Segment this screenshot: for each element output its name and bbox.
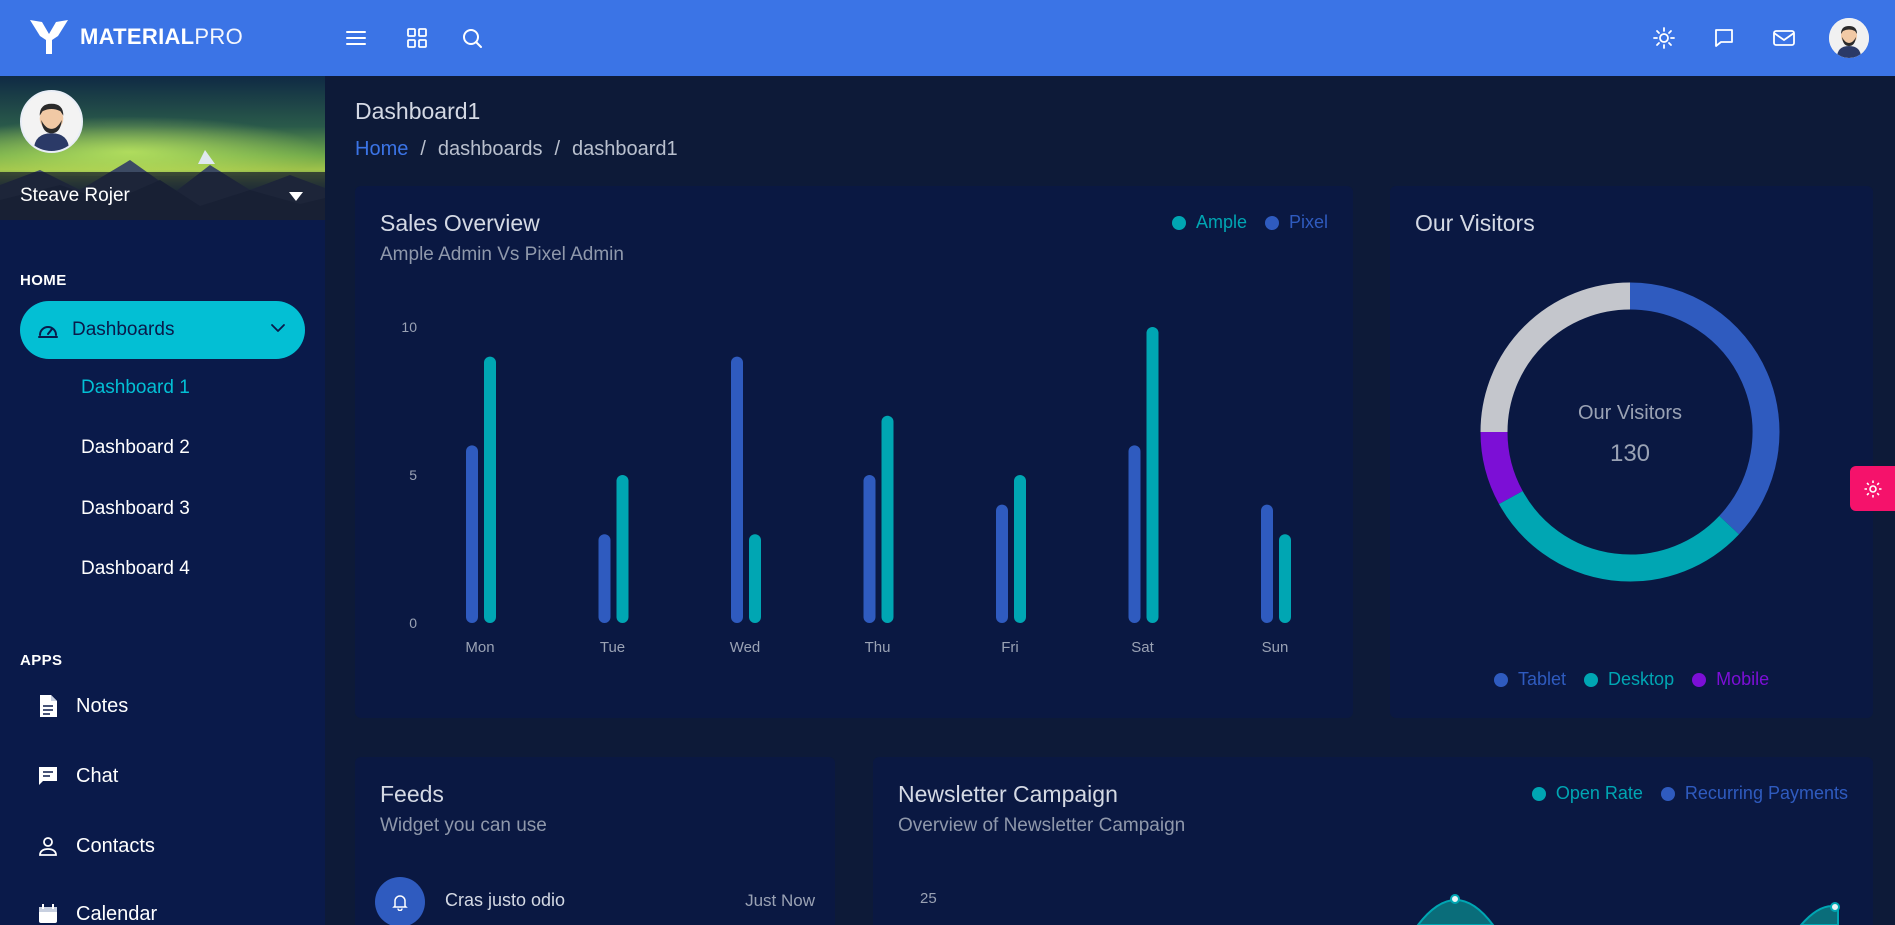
notes-icon [36, 694, 60, 718]
contacts-icon [36, 834, 60, 858]
nav-section-apps: APPS [20, 652, 63, 669]
bar-pixel-thu [863, 475, 876, 623]
x-tick-label: Thu [865, 639, 891, 656]
search-icon[interactable] [458, 24, 486, 52]
x-tick-label: Mon [465, 639, 494, 656]
donut-slice-mobile [1480, 431, 1523, 505]
bar-pixel-sat [1128, 445, 1141, 623]
breadcrumb-home[interactable]: Home [355, 138, 408, 161]
nav-section-home: HOME [20, 272, 67, 289]
legend-dot-desktop [1584, 672, 1599, 687]
message-icon[interactable] [1710, 24, 1738, 52]
bar-pixel-sun [1261, 504, 1273, 623]
x-tick-label: Tue [600, 639, 625, 656]
newsletter-area-chart [1416, 894, 1840, 925]
sidebar-item-contacts[interactable]: Contacts [36, 834, 155, 858]
y-tick-label: 0 [409, 615, 417, 631]
brand[interactable]: MATERIALPRO [28, 18, 243, 56]
sidebar-item-chat[interactable]: Chat [36, 764, 118, 788]
bar-pixel-wed [731, 356, 743, 623]
profile-avatar[interactable] [20, 90, 83, 153]
legend-dot-mobile [1692, 672, 1707, 687]
legend-dot-tablet [1494, 672, 1508, 687]
caret-down-icon[interactable] [289, 192, 303, 201]
chevron-down-icon [271, 324, 285, 332]
bar-pixel-mon [466, 445, 478, 623]
sidebar-profile: Steave Rojer [0, 76, 325, 220]
brand-name: MATERIALPRO [80, 24, 243, 49]
legend-tablet: Tablet [1518, 669, 1567, 689]
visitors-legend: Tablet Desktop Mobile [1494, 669, 1769, 690]
settings-gear-button[interactable] [1850, 466, 1895, 511]
mail-icon[interactable] [1770, 24, 1798, 52]
calendar-icon [36, 902, 60, 925]
sidebar-item-dashboards[interactable]: Dashboards [20, 301, 305, 359]
feed-item-text: Cras justo odio [445, 890, 566, 910]
bar-pixel-fri [996, 504, 1008, 623]
sales-bar-chart: 0 5 10 Mon Tue Wed Thu Fri Sat Sun [401, 319, 1291, 656]
legend-desktop: Desktop [1608, 669, 1675, 689]
y-tick-label: 5 [409, 467, 417, 483]
bar-ample-fri [1014, 475, 1026, 623]
breadcrumb-separator: / [420, 138, 426, 160]
breadcrumb: Home / dashboards / dashboard1 [355, 138, 678, 161]
bar-ample-mon [484, 356, 496, 623]
sidebar-subitem-dashboard-2[interactable]: Dashboard 2 [81, 437, 190, 459]
sidebar-item-calendar-label: Calendar [76, 902, 158, 925]
bar-ample-thu [881, 415, 894, 623]
menu-icon[interactable] [342, 24, 370, 52]
profile-name-bar[interactable]: Steave Rojer [0, 172, 325, 220]
bar-ample-sat [1146, 327, 1159, 623]
card-title: Feeds [380, 781, 444, 807]
y-tick-label: 10 [401, 319, 417, 335]
sales-overview-card: Sales Overview Ample Admin Vs Pixel Admi… [355, 186, 1353, 718]
recurring-point [1830, 902, 1840, 912]
bar-pixel-tue [598, 534, 611, 623]
x-tick-label: Sun [1262, 639, 1289, 656]
donut-slice-desktop [1498, 490, 1739, 582]
apps-grid-icon[interactable] [403, 24, 431, 52]
sidebar-subitem-dashboard-4[interactable]: Dashboard 4 [81, 558, 190, 580]
breadcrumb-current: dashboard1 [572, 138, 678, 160]
brand-logo-icon [30, 20, 68, 54]
card-subtitle: Widget you can use [380, 815, 547, 836]
speedometer-icon [38, 326, 58, 338]
sidebar-subitem-dashboard-3[interactable]: Dashboard 3 [81, 498, 190, 520]
sidebar-item-notes-label: Notes [76, 694, 129, 717]
donut-center-label: Our Visitors [1578, 402, 1682, 424]
bar-ample-tue [616, 475, 629, 623]
sidebar-item-calendar[interactable]: Calendar [36, 902, 157, 925]
bar-ample-wed [749, 534, 761, 623]
sidebar-item-chat-label: Chat [76, 764, 119, 787]
breadcrumb-dashboards[interactable]: dashboards [438, 138, 543, 161]
feed-item[interactable]: Cras justo odio Just Now [375, 877, 815, 925]
sidebar-subitem-dashboard-1[interactable]: Dashboard 1 [81, 377, 190, 399]
visitors-donut-chart: Our Visitors 130 [1480, 282, 1780, 582]
user-avatar[interactable] [1829, 18, 1869, 58]
breadcrumb-separator: / [554, 138, 561, 160]
donut-center-value: 130 [1610, 440, 1650, 467]
sidebar-item-notes[interactable]: Notes [36, 694, 128, 718]
legend-mobile: Mobile [1716, 669, 1770, 689]
sidebar: Steave Rojer HOME Dashboards Dashboard 1… [0, 76, 325, 925]
sidebar-item-contacts-label: Contacts [76, 834, 155, 857]
page-title: Dashboard1 [355, 98, 481, 124]
gear-icon [1864, 480, 1881, 497]
x-tick-label: Fri [1001, 639, 1019, 656]
profile-name: Steave Rojer [20, 185, 130, 206]
bell-icon [375, 877, 425, 925]
top-bar: MATERIALPRO [0, 0, 1895, 76]
feeds-card: Feeds Widget you can use Cras justo odio… [355, 757, 835, 925]
feed-item-time: Just Now [745, 891, 815, 910]
newsletter-card: Newsletter Campaign Overview of Newslett… [873, 757, 1873, 925]
chat-icon [36, 764, 60, 788]
sidebar-item-dashboards-label: Dashboards [72, 319, 175, 340]
x-tick-label: Wed [730, 639, 761, 656]
x-tick-label: Sat [1131, 639, 1154, 656]
open-rate-point [1450, 894, 1460, 904]
bar-ample-sun [1279, 534, 1291, 623]
sun-icon[interactable] [1650, 24, 1678, 52]
visitors-card: Our Visitors Our Visitors 130 Tablet Desk… [1390, 186, 1873, 718]
